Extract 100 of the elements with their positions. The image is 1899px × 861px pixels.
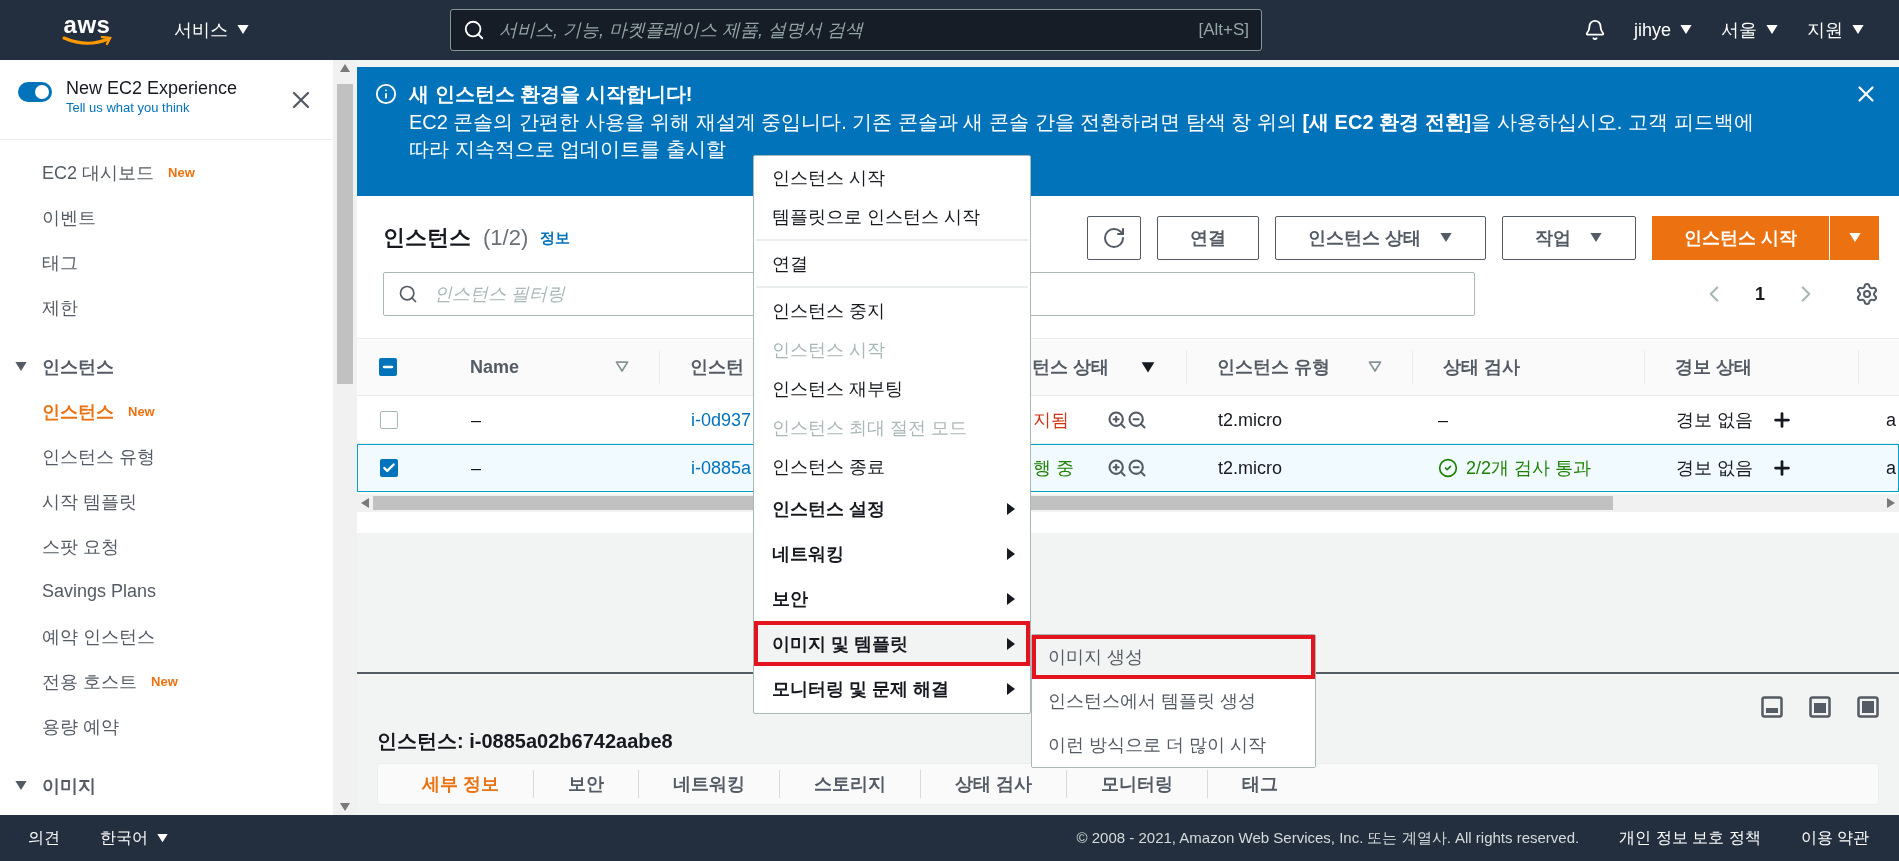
support-menu[interactable]: 지원 [1807, 18, 1865, 42]
language-menu[interactable]: 한국어 [100, 827, 169, 849]
scroll-right-icon[interactable] [1887, 498, 1895, 508]
footer-link[interactable]: 개인 정보 보호 정책 [1619, 827, 1761, 849]
caret-icon [1847, 232, 1862, 244]
column-header[interactable]: 인스턴스 유형 [1187, 350, 1413, 384]
submenu-arrow-icon [1006, 682, 1016, 695]
caret-icon [1439, 232, 1453, 244]
submenu-item[interactable]: 이미지 및 템플릿 [754, 621, 1030, 666]
instance-state: 행 중 [1033, 457, 1075, 480]
submenu-arrow-icon [1006, 502, 1016, 515]
status-check: 2/2개 검사 통과 [1466, 457, 1592, 480]
nav-link[interactable]: 용량 예약 [0, 704, 333, 749]
refresh-icon [1101, 226, 1126, 250]
nav-link[interactable]: EC2 대시보드 New [0, 150, 333, 195]
detail-tab[interactable]: 상태 검사 [921, 770, 1068, 798]
nav-link[interactable]: 스팟 요청 [0, 524, 333, 569]
scroll-up-icon[interactable] [340, 64, 350, 72]
scroll-down-icon[interactable] [340, 803, 350, 811]
new-label: New [151, 674, 178, 689]
status-check: – [1438, 409, 1448, 431]
nav-section[interactable]: 인스턴스 [0, 344, 333, 389]
detail-tab[interactable]: 태그 [1208, 770, 1313, 798]
panel-full-icon[interactable] [1857, 696, 1879, 718]
footer-link[interactable]: 이용 약관 [1800, 827, 1869, 849]
new-label: New [168, 165, 195, 180]
detail-tab[interactable]: 보안 [534, 770, 639, 798]
settings-icon[interactable] [1855, 282, 1879, 306]
nav-link[interactable]: 인스턴스 유형 [0, 434, 333, 479]
add-alarm-icon[interactable] [1771, 409, 1793, 431]
caret-icon [156, 832, 169, 844]
nav-link[interactable]: 이벤트 [0, 195, 333, 240]
select-all-checkbox[interactable] [379, 358, 397, 376]
dropdown-button[interactable]: 인스턴스 상태 [1274, 216, 1486, 260]
info-icon [375, 83, 397, 105]
feedback-link[interactable]: 의견 [28, 827, 60, 849]
nav-link[interactable]: 예약 인스턴스 [0, 614, 333, 659]
page-number[interactable]: 1 [1749, 282, 1771, 306]
caret-icon [1851, 24, 1865, 36]
table-cell: – [471, 409, 481, 431]
zoom-in-icon[interactable] [1107, 458, 1127, 478]
detail-tab[interactable]: 네트워킹 [639, 770, 780, 798]
row-checkbox[interactable] [380, 411, 398, 429]
copyright-text: © 2008 - 2021, Amazon Web Services, Inc. 또는 계열사. All rights reserved. [1076, 828, 1580, 848]
dropdown-button[interactable]: 작업 [1502, 216, 1636, 260]
nav-link[interactable]: 시작 템플릿 [0, 479, 333, 524]
banner-title: 새 인스턴스 환경을 시작합니다! [409, 82, 694, 107]
instance-id-link[interactable]: i-0d937 [691, 409, 752, 431]
caret-icon [236, 24, 250, 36]
aws-logo[interactable]: aws [63, 14, 111, 36]
check-icon [1438, 458, 1458, 478]
detail-tab[interactable]: 스토리지 [780, 770, 921, 798]
nav-link[interactable]: Savings Plans [0, 569, 333, 614]
experience-toggle[interactable] [18, 82, 52, 102]
feedback-link[interactable]: Tell us what you think [66, 100, 238, 115]
nav-link[interactable]: 제한 [0, 285, 333, 330]
instance-state: 지됨 [1033, 409, 1070, 432]
column-header[interactable]: 경보 상태 [1645, 350, 1859, 384]
menu-item[interactable]: 이미지 생성 [1032, 635, 1315, 679]
submenu-arrow-icon [1006, 547, 1016, 560]
bell-icon [1583, 19, 1606, 41]
panel-bottom-icon[interactable] [1761, 696, 1783, 718]
scroll-left-icon[interactable] [361, 498, 369, 508]
experience-label: New EC2 Experience [66, 78, 238, 99]
search-field[interactable]: 서비스, 기능, 마켓플레이스 제품, 설명서 검색 [Alt+S] [450, 9, 1262, 51]
refresh-button[interactable] [1086, 216, 1141, 260]
launch-options-button[interactable] [1829, 216, 1879, 260]
submenu-arrow-icon [1006, 592, 1016, 605]
nav-link[interactable]: 전용 호스트 New [0, 659, 333, 704]
panel-title: 인스턴스 [383, 224, 471, 252]
detail-tab[interactable]: 모니터링 [1067, 770, 1209, 798]
zoom-out-icon[interactable] [1127, 458, 1147, 478]
add-alarm-icon[interactable] [1771, 457, 1793, 479]
caret-icon [1589, 232, 1603, 244]
info-link[interactable]: 정보 [540, 228, 571, 248]
row-checkbox[interactable] [380, 459, 398, 477]
caret-icon [1679, 24, 1693, 36]
table-cell-text: 경보 없음 [1676, 409, 1753, 432]
zoom-in-icon[interactable] [1107, 410, 1127, 430]
nav-section[interactable]: 이미지 [0, 763, 333, 808]
column-header[interactable]: Name [440, 350, 660, 384]
table-cell-text: 경보 없음 [1676, 457, 1753, 480]
services-menu[interactable]: 서비스 [174, 18, 250, 42]
table-cell: t2.micro [1218, 457, 1282, 479]
region-menu[interactable]: 서울 [1721, 18, 1779, 42]
caret-icon [1765, 24, 1779, 36]
instance-id-link[interactable]: i-0885a [691, 457, 752, 479]
column-header[interactable]: 상태 검사 [1413, 350, 1645, 384]
table-cell: t2.micro [1218, 409, 1282, 431]
table-cell: – [471, 457, 481, 479]
connect-button[interactable]: 연결 [1156, 216, 1259, 260]
notifications-button[interactable] [1583, 19, 1606, 41]
user-menu[interactable]: jihye [1633, 19, 1693, 41]
table-cell: a [1886, 457, 1896, 479]
panel-half-icon[interactable] [1809, 696, 1831, 718]
search-input[interactable]: 서비스, 기능, 마켓플레이스 제품, 설명서 검색 [497, 18, 1187, 42]
nav-link[interactable]: 태그 [0, 240, 333, 285]
new-label: New [128, 404, 155, 419]
zoom-out-icon[interactable] [1127, 410, 1147, 430]
expand-caret-icon [14, 360, 28, 373]
